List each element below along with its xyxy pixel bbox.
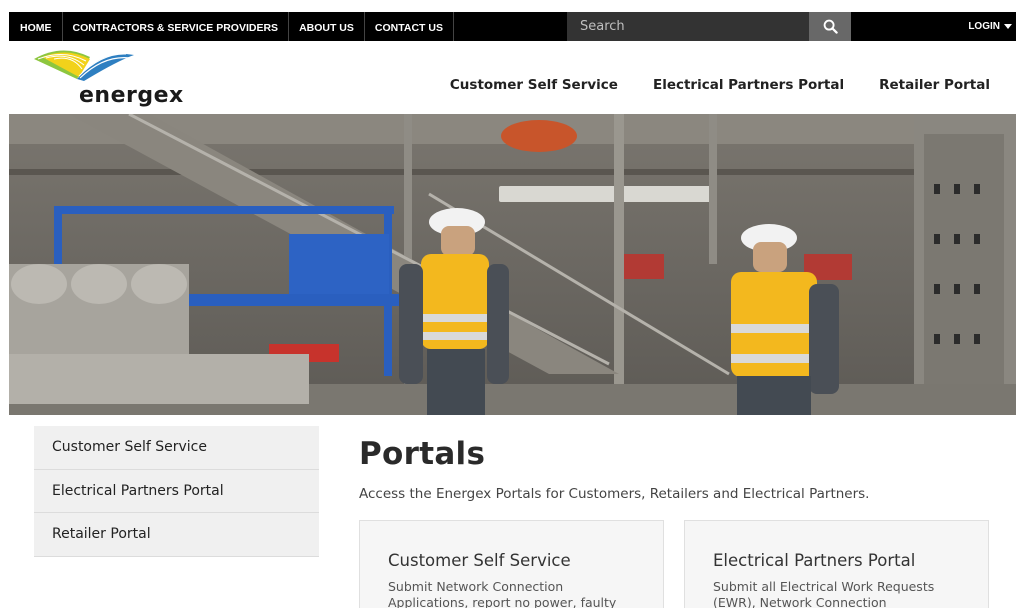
login-menu[interactable]: LOGIN [968, 12, 1012, 41]
search-button[interactable] [809, 12, 851, 41]
main-nav: Customer Self Service Electrical Partner… [450, 77, 990, 93]
hero-image [9, 114, 1016, 415]
utility-nav: HOME CONTRACTORS & SERVICE PROVIDERS ABO… [9, 12, 454, 41]
nav-contractors[interactable]: CONTRACTORS & SERVICE PROVIDERS [63, 12, 290, 41]
search-input[interactable] [567, 12, 809, 41]
site-header: energex Customer Self Service Electrical… [9, 41, 1016, 114]
energex-logo[interactable]: energex [32, 49, 192, 109]
sidebar-item-customer-self-service[interactable]: Customer Self Service [34, 426, 319, 470]
portal-cards: Customer Self Service Submit Network Con… [359, 520, 989, 608]
nav-home[interactable]: HOME [9, 12, 63, 41]
main-nav-customer-self-service[interactable]: Customer Self Service [450, 77, 618, 93]
search-box [567, 12, 851, 41]
hero-illustration [9, 114, 1016, 415]
chevron-down-icon [1004, 24, 1012, 29]
page-title: Portals [359, 436, 486, 472]
card-text: Submit Network Connection Applications, … [388, 579, 617, 608]
card-customer-self-service[interactable]: Customer Self Service Submit Network Con… [359, 520, 664, 608]
nav-about-us[interactable]: ABOUT US [289, 12, 365, 41]
main-content: Portals Access the Energex Portals for C… [359, 436, 999, 608]
search-icon [823, 19, 838, 34]
card-electrical-partners-portal[interactable]: Electrical Partners Portal Submit all El… [684, 520, 989, 608]
nav-contact-us[interactable]: CONTACT US [365, 12, 454, 41]
sidebar-item-electrical-partners-portal[interactable]: Electrical Partners Portal [34, 469, 319, 513]
main-nav-electrical-partners-portal[interactable]: Electrical Partners Portal [653, 77, 844, 93]
card-title: Customer Self Service [388, 551, 571, 570]
main-nav-retailer-portal[interactable]: Retailer Portal [879, 77, 990, 93]
card-title: Electrical Partners Portal [713, 551, 916, 570]
login-label: LOGIN [968, 21, 1000, 32]
top-nav-bar: HOME CONTRACTORS & SERVICE PROVIDERS ABO… [9, 12, 1016, 41]
intro-text: Access the Energex Portals for Customers… [359, 486, 870, 502]
sidebar-nav: Customer Self Service Electrical Partner… [34, 426, 319, 557]
card-text: Submit all Electrical Work Requests (EWR… [713, 579, 935, 608]
logo-text: energex [79, 83, 184, 108]
sidebar-item-retailer-portal[interactable]: Retailer Portal [34, 513, 319, 557]
